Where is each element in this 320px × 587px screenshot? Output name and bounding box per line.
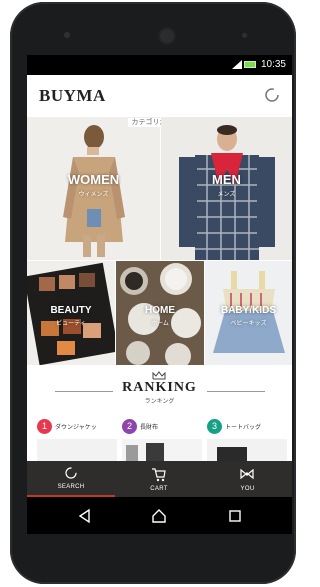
battery-icon <box>244 61 256 68</box>
tab-cart[interactable]: CART <box>115 461 203 497</box>
category-women[interactable]: WOMEN ウィメンズ <box>27 117 160 260</box>
android-nav-bar <box>27 497 292 534</box>
back-icon[interactable] <box>77 508 93 524</box>
category-title: WOMEN <box>67 172 120 187</box>
category-beauty[interactable]: BEAUTY ビューティ <box>27 261 115 365</box>
ranking-subtitle: ランキング <box>144 399 175 405</box>
light-sensor <box>242 33 247 38</box>
category-subtitle: ウィメンズ <box>78 192 109 198</box>
tab-label: SEARCH <box>57 484 85 490</box>
tab-label: YOU <box>240 486 255 492</box>
crown-icon <box>152 371 166 380</box>
category-home[interactable]: HOME ホーム <box>116 261 204 365</box>
search-icon <box>65 467 77 479</box>
ranking-section: RANKING ランキング 1 ダウンジャケッ 2 長財布 3 トートバッグ <box>27 367 292 471</box>
category-title: MEN <box>212 172 241 187</box>
category-title: HOME <box>145 305 175 316</box>
ranking-item[interactable]: 3 トートバッグ <box>207 417 287 463</box>
rank-badge: 1 <box>37 419 52 434</box>
signal-icon <box>232 60 242 69</box>
tab-search[interactable]: SEARCH <box>27 461 115 497</box>
category-men[interactable]: MEN メンズ <box>161 117 292 260</box>
app-bar: BUYMA <box>27 75 292 117</box>
rank-item-thumbnail <box>122 439 202 463</box>
front-camera <box>160 29 174 43</box>
rank-badge: 2 <box>122 419 137 434</box>
rank-item-thumbnail <box>37 439 117 463</box>
rank-badge: 3 <box>207 419 222 434</box>
rank-item-name: ダウンジャケッ <box>55 425 97 431</box>
category-title: BABY/KIDS <box>220 305 276 316</box>
search-icon[interactable] <box>264 87 282 105</box>
rank-item-name: 長財布 <box>140 425 159 431</box>
ranking-item[interactable]: 1 ダウンジャケッ <box>37 417 117 463</box>
ranking-title: RANKING <box>122 380 197 395</box>
proximity-sensor <box>64 32 70 38</box>
cart-icon <box>152 468 166 482</box>
category-subtitle: メンズ <box>217 192 236 198</box>
home-icon[interactable] <box>151 508 167 524</box>
recents-icon[interactable] <box>227 508 243 524</box>
category-subtitle: ビューティ <box>56 321 86 327</box>
bow-icon <box>240 468 254 480</box>
category-title: BEAUTY <box>50 305 92 316</box>
tab-label: CART <box>150 486 168 492</box>
rank-item-thumbnail <box>207 439 287 463</box>
app-screen: 10:35 BUYMA WOMEN ウィメンズ カテゴリから探す MEN メンズ… <box>27 55 292 534</box>
ranking-item[interactable]: 2 長財布 <box>122 417 202 463</box>
status-time: 10:35 <box>260 59 286 70</box>
bottom-tab-bar: SEARCH CART YOU <box>27 461 292 497</box>
rank-item-name: トートバッグ <box>225 425 262 431</box>
status-bar: 10:35 <box>27 55 292 75</box>
category-subtitle: ベビーキッズ <box>230 321 267 327</box>
category-subtitle: ホーム <box>151 321 169 327</box>
tab-you[interactable]: YOU <box>203 461 292 497</box>
app-logo[interactable]: BUYMA <box>39 86 106 106</box>
category-baby-kids[interactable]: BABY/KIDS ベビーキッズ <box>205 261 292 365</box>
